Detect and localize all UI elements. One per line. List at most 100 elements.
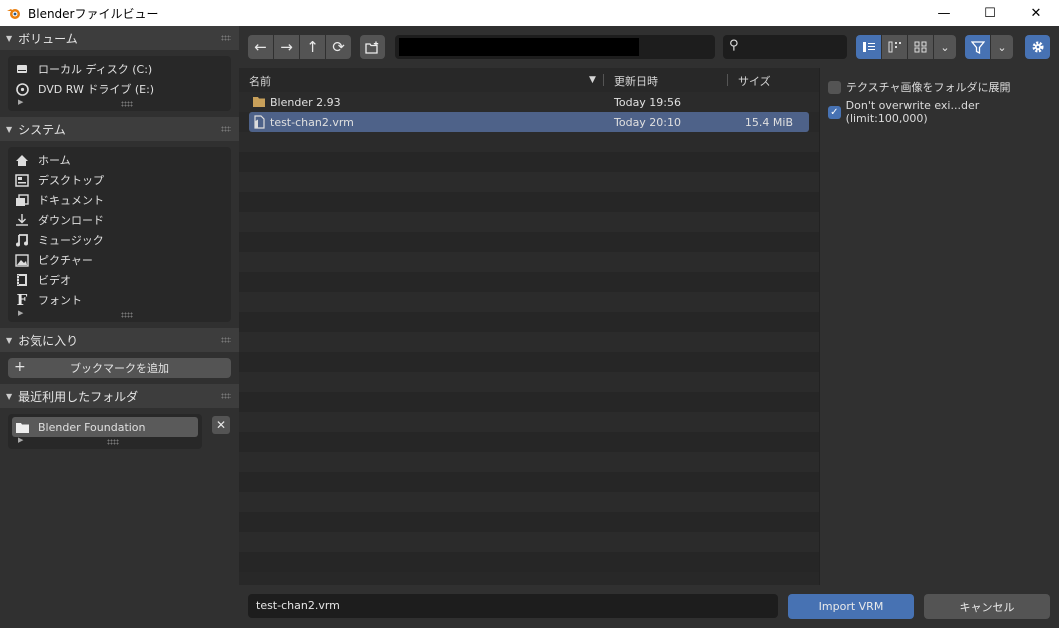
extract-textures-checkbox[interactable]: テクスチャ画像をフォルダに展開 [828,79,1011,95]
sidebar-item-local-disk[interactable]: ローカル ディスク (C:) [8,59,231,79]
font-icon: F [16,291,28,309]
thumbnail-grid-icon [914,41,926,53]
sidebar-item-videos[interactable]: ビデオ [8,270,231,290]
column-size-header[interactable]: サイズ [738,73,771,89]
resize-grip-icon[interactable] [107,439,119,445]
folder-icon [253,97,265,107]
forward-button[interactable]: → [274,35,299,59]
directory-path-input[interactable] [395,35,715,59]
maximize-icon: ☐ [984,5,996,21]
operator-options-panel: テクスチャ画像をフォルダに展開 ✓ Don't overwrite exi...… [819,68,1059,585]
horizontal-list-view-button[interactable] [882,35,907,59]
maximize-button[interactable]: ☐ [967,0,1013,26]
redacted-path [399,38,639,56]
disc-icon [14,81,30,97]
column-name-header[interactable]: 名前 [249,73,271,89]
empty-row [239,512,819,532]
sidebar-item-music[interactable]: ミュージック [8,230,231,250]
minimize-button[interactable]: — [921,0,967,26]
back-button[interactable]: ← [248,35,273,59]
filter-toggle-button[interactable] [965,35,990,59]
import-vrm-label: Import VRM [818,600,884,613]
empty-row [239,492,819,512]
plus-icon: + [14,359,26,375]
sidebar-item-pictures[interactable]: ピクチャー [8,250,231,270]
new-folder-button[interactable] [360,35,385,59]
extract-textures-label: テクスチャ画像をフォルダに展開 [846,81,1011,94]
sidebar-item-label: Blender Foundation [38,420,146,434]
collapse-triangle-icon: ▼ [6,33,13,43]
refresh-button[interactable]: ⟳ [326,35,351,59]
checkbox-unchecked-icon [828,80,841,94]
add-bookmark-button[interactable]: + ブックマークを追加 [8,358,231,378]
import-vrm-button[interactable]: Import VRM [788,594,914,619]
video-icon [14,272,30,288]
empty-row [239,272,819,292]
system-panel-header[interactable]: ▼ システム [0,117,239,141]
drag-grip-icon[interactable] [221,126,231,132]
table-row-folder[interactable]: Blender 2.93 Today 19:56 [239,92,819,112]
resize-grip-icon[interactable] [121,312,133,318]
desktop-icon [14,172,30,188]
refresh-icon: ⟳ [332,38,345,56]
add-bookmark-label: ブックマークを追加 [70,362,169,375]
empty-row [239,152,819,172]
sidebar-item-documents[interactable]: ドキュメント [8,190,231,210]
empty-row [239,552,819,572]
checkmark-icon: ✓ [828,105,841,119]
sidebar-item-desktop[interactable]: デスクトップ [8,170,231,190]
remove-recent-button[interactable]: ✕ [212,416,230,434]
sidebar-item-downloads[interactable]: ダウンロード [8,210,231,230]
vertical-list-view-button[interactable] [856,35,881,59]
sidebar-item-dvd-drive[interactable]: DVD RW ドライブ (E:) [8,79,231,99]
drag-grip-icon[interactable] [221,337,231,343]
toggle-options-button[interactable] [1025,35,1050,59]
sidebar-item-fonts[interactable]: F フォント [8,290,231,310]
recent-panel-header[interactable]: ▼ 最近利用したフォルダ [0,384,239,408]
favorites-panel-header[interactable]: ▼ お気に入り [0,328,239,352]
expand-triangle-icon[interactable]: ▶ [18,436,23,444]
column-divider[interactable] [727,74,728,86]
dont-overwrite-label: Don't overwrite exi...der (limit:100,000… [845,99,980,125]
column-divider[interactable] [603,74,604,86]
file-rows: Blender 2.93 Today 19:56 test-chan2.vrm … [239,92,819,572]
sidebar-item-home[interactable]: ホーム [8,150,231,170]
hard-drive-icon [14,61,30,77]
file-name: Blender 2.93 [270,96,341,109]
filename-input[interactable]: test-chan2.vrm [248,594,778,618]
filter-icon [970,40,985,54]
cancel-button[interactable]: キャンセル [924,594,1050,619]
file-size: 15.4 MiB [744,116,793,129]
collapse-triangle-icon: ▼ [6,391,13,401]
file-date: Today 20:10 [614,116,682,129]
sidebar-item-label: ホーム [38,154,71,167]
parent-directory-button[interactable]: ↑ [300,35,325,59]
display-settings-dropdown[interactable]: ⌄ [934,35,956,59]
expand-triangle-icon[interactable]: ▶ [18,98,23,106]
title-bar: Blenderファイルビュー — ☐ ✕ [0,0,1059,26]
close-icon: ✕ [1030,5,1042,21]
expand-triangle-icon[interactable]: ▶ [18,309,23,317]
minimize-icon: — [937,5,951,21]
search-input[interactable]: ⚲ [723,35,847,59]
resize-grip-icon[interactable] [121,101,133,107]
collapse-triangle-icon: ▼ [6,335,13,345]
thumbnail-view-button[interactable] [908,35,933,59]
sidebar-item-blender-foundation[interactable]: Blender Foundation [12,417,198,437]
drag-grip-icon[interactable] [221,35,231,41]
table-row-file-selected[interactable]: test-chan2.vrm Today 20:10 15.4 MiB [249,112,809,132]
volumes-panel-header[interactable]: ▼ ボリューム [0,26,239,50]
sidebar-item-label: ピクチャー [38,254,93,267]
column-header: 名前 ▼ 更新日時 サイズ [239,68,819,92]
filter-settings-dropdown[interactable]: ⌄ [991,35,1013,59]
empty-row [239,472,819,492]
bottom-bar: test-chan2.vrm Import VRM キャンセル [239,585,1059,628]
close-window-button[interactable]: ✕ [1013,0,1059,26]
arrow-left-icon: ← [254,38,267,56]
dont-overwrite-checkbox[interactable]: ✓ Don't overwrite exi...der (limit:100,0… [828,99,1059,125]
sort-descending-icon[interactable]: ▼ [589,75,596,85]
column-date-header[interactable]: 更新日時 [614,73,658,89]
drag-grip-icon[interactable] [221,393,231,399]
empty-row [239,232,819,252]
volumes-title: ボリューム [18,31,78,46]
